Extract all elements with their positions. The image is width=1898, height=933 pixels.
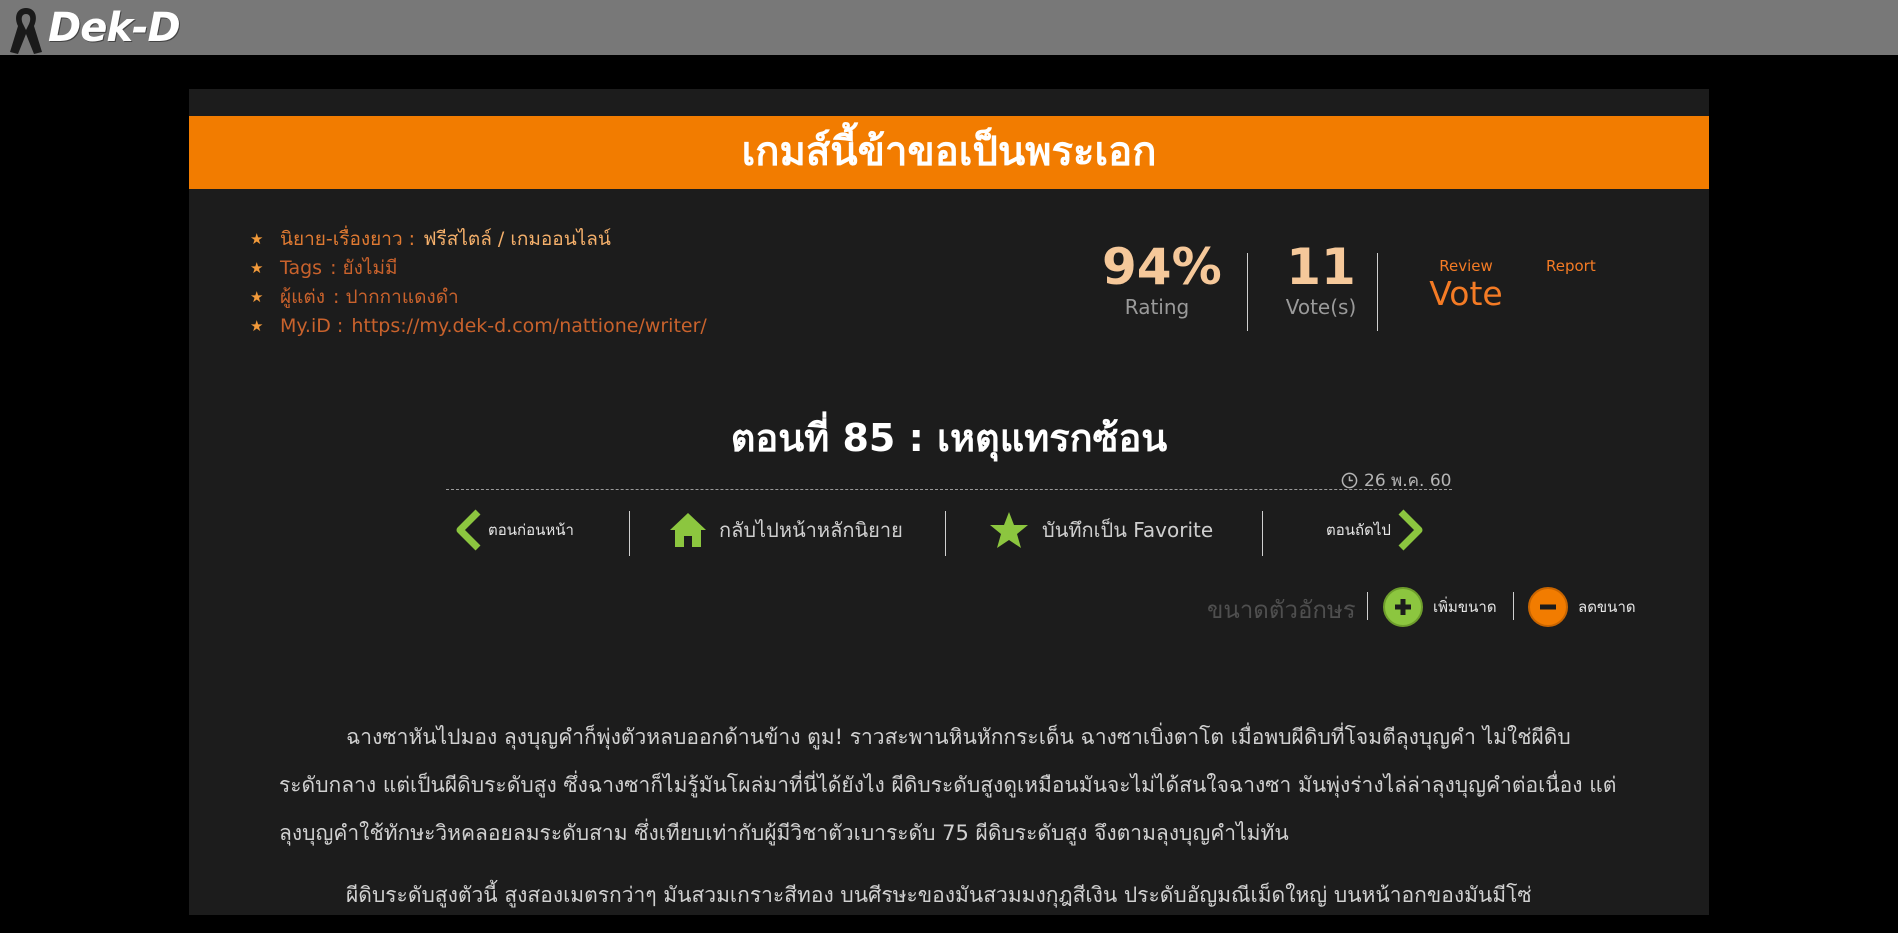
content-paragraph: ฉางซาหันไปมอง ลุงบุญคำก็พุ่งตัวหลบออกด้า… [279,725,1617,845]
myid-link[interactable]: https://my.dek-d.com/nattione/writer/ [351,315,706,337]
novel-title-bar: เกมส์นี้ข้าขอเป็นพระเอก [189,116,1709,189]
meta-tags: ★ Tags : ยังไม่มี [250,253,707,282]
nav-divider [1262,511,1263,556]
meta-author: ★ ผู้แต่ง : ปากกาแดงดำ [250,282,707,311]
chapter-title: ตอนที่ 85 : เหตุแทรกซ้อน [730,416,1168,460]
novel-panel: เกมส์นี้ข้าขอเป็นพระเอก ★ นิยาย-เรื่องยา… [189,89,1709,915]
black-ribbon-icon [10,8,42,54]
meta-category: ★ นิยาย-เรื่องยาว : ฟรีสไตล์ / เกมออนไลน… [250,224,707,253]
save-favorite-button[interactable]: บันทึกเป็น Favorite [988,502,1213,558]
author-value[interactable]: : ปากกาแดงดำ [333,282,459,312]
star-icon [990,512,1028,548]
stat-divider [1247,253,1248,331]
report-link[interactable]: Report [1546,257,1596,275]
save-favorite-label: บันทึกเป็น Favorite [1042,518,1214,542]
chevron-left-icon [456,509,481,551]
votes-label: Vote(s) [1285,295,1357,319]
meta-myid: ★ My.iD : https://my.dek-d.com/nattione/… [250,311,707,340]
star-icon: ★ [250,287,264,306]
font-size-controls: ขนาดตัวอักษร เพิ่มขนาด ลดขนาด [189,587,1709,631]
minus-icon [1528,587,1568,627]
stat-divider [1377,253,1378,331]
category-label: นิยาย-เรื่องยาว : [280,227,416,250]
chapter-content: ฉางซาหันไปมอง ลุงบุญคำก็พุ่งตัวหลบออกด้า… [279,713,1619,933]
top-bar: Dek-D [0,0,1898,55]
prev-chapter-button[interactable]: ตอนก่อนหน้า [454,502,574,558]
dashed-divider [446,489,1452,490]
content-paragraph: ผีดิบระดับสูงตัวนี้ สูงสองเมตรกว่าๆ มันส… [346,883,1532,907]
font-size-label: ขนาดตัวอักษร [1207,596,1356,624]
nav-divider [945,511,946,556]
novel-meta: ★ นิยาย-เรื่องยาว : ฟรีสไตล์ / เกมออนไลน… [250,224,707,340]
font-size-divider [1513,592,1514,620]
chevron-right-icon [1398,509,1423,551]
nav-divider [629,511,630,556]
decrease-font-button[interactable]: ลดขนาด [1528,587,1636,627]
increase-font-label: เพิ่มขนาด [1433,598,1497,616]
votes-stat: 11 Vote(s) [1261,239,1381,319]
review-vote-button[interactable]: Review Vote [1411,257,1521,313]
vote-label: Vote [1429,274,1503,313]
next-chapter-button[interactable]: ตอนถัดไป [1326,502,1425,558]
home-icon [670,513,706,547]
logo-text: Dek-D [48,5,181,51]
tags-label: Tags [280,256,323,279]
decrease-font-label: ลดขนาด [1578,598,1636,616]
increase-font-button[interactable]: เพิ่มขนาด [1383,587,1497,627]
font-size-divider [1367,592,1368,620]
tags-value: : ยังไม่มี [330,256,398,279]
author-label: ผู้แต่ง [280,285,325,308]
novel-title[interactable]: เกมส์นี้ข้าขอเป็นพระเอก [742,116,1157,189]
review-label: Review [1439,257,1493,275]
back-to-novel-home-button[interactable]: กลับไปหน้าหลักนิยาย [667,502,903,558]
rating-value: 94% [1102,238,1222,296]
prev-chapter-label: ตอนก่อนหน้า [488,521,574,539]
category-value[interactable]: ฟรีสไตล์ / เกมออนไลน์ [423,224,611,254]
back-to-novel-home-label: กลับไปหน้าหลักนิยาย [719,518,903,542]
star-icon: ★ [250,258,264,277]
next-chapter-label: ตอนถัดไป [1326,521,1391,539]
clock-icon [1341,472,1358,489]
rating-label: Rating [1124,295,1190,319]
star-icon: ★ [250,229,264,248]
dek-d-logo[interactable]: Dek-D [6,4,181,54]
rating-stat: 94% Rating [1102,238,1222,319]
votes-value: 11 [1286,238,1356,296]
star-icon: ★ [250,316,264,335]
plus-icon [1383,587,1423,627]
myid-label: My.iD : [280,314,344,337]
